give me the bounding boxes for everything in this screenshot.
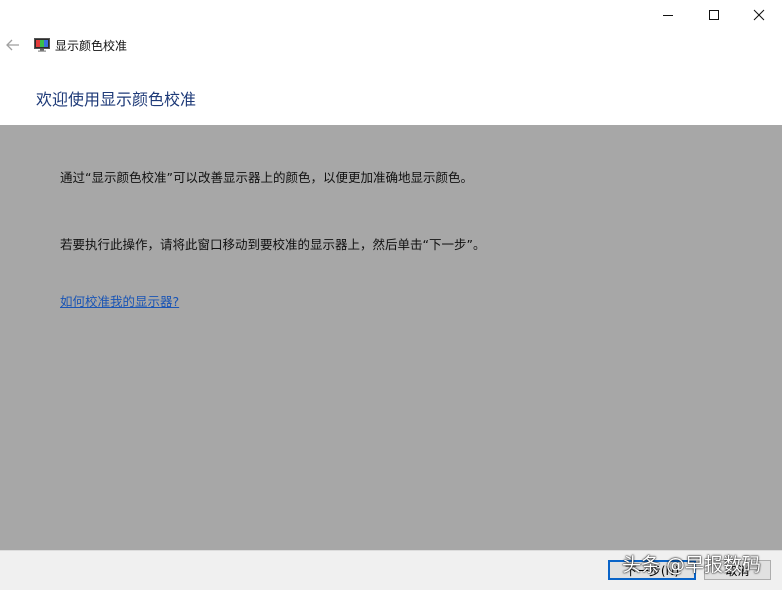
watermark-text: 头条 @早报数码 bbox=[622, 554, 762, 576]
help-link[interactable]: 如何校准我的显示器? bbox=[60, 291, 179, 310]
back-button[interactable] bbox=[2, 34, 24, 56]
navigation-row: 显示颜色校准 bbox=[0, 30, 782, 62]
maximize-icon bbox=[709, 10, 719, 20]
back-arrow-icon bbox=[6, 39, 19, 51]
window-title: 显示颜色校准 bbox=[55, 39, 128, 53]
instruction-text: 若要执行此操作，请将此窗口移动到要校准的显示器上，然后单击“下一步”。 bbox=[60, 237, 486, 252]
content-area: 通过“显示颜色校准”可以改善显示器上的颜色，以便更加准确地显示颜色。 若要执行此… bbox=[0, 125, 782, 550]
close-icon bbox=[753, 9, 765, 21]
title-bar bbox=[0, 0, 782, 32]
close-button[interactable] bbox=[736, 0, 782, 30]
display-color-calibration-icon bbox=[34, 38, 50, 52]
intro-text: 通过“显示颜色校准”可以改善显示器上的颜色，以便更加准确地显示颜色。 bbox=[60, 170, 473, 185]
page-title: 欢迎使用显示颜色校准 bbox=[36, 90, 197, 109]
maximize-button[interactable] bbox=[691, 0, 737, 30]
minimize-icon bbox=[663, 15, 673, 16]
minimize-button[interactable] bbox=[645, 0, 691, 30]
